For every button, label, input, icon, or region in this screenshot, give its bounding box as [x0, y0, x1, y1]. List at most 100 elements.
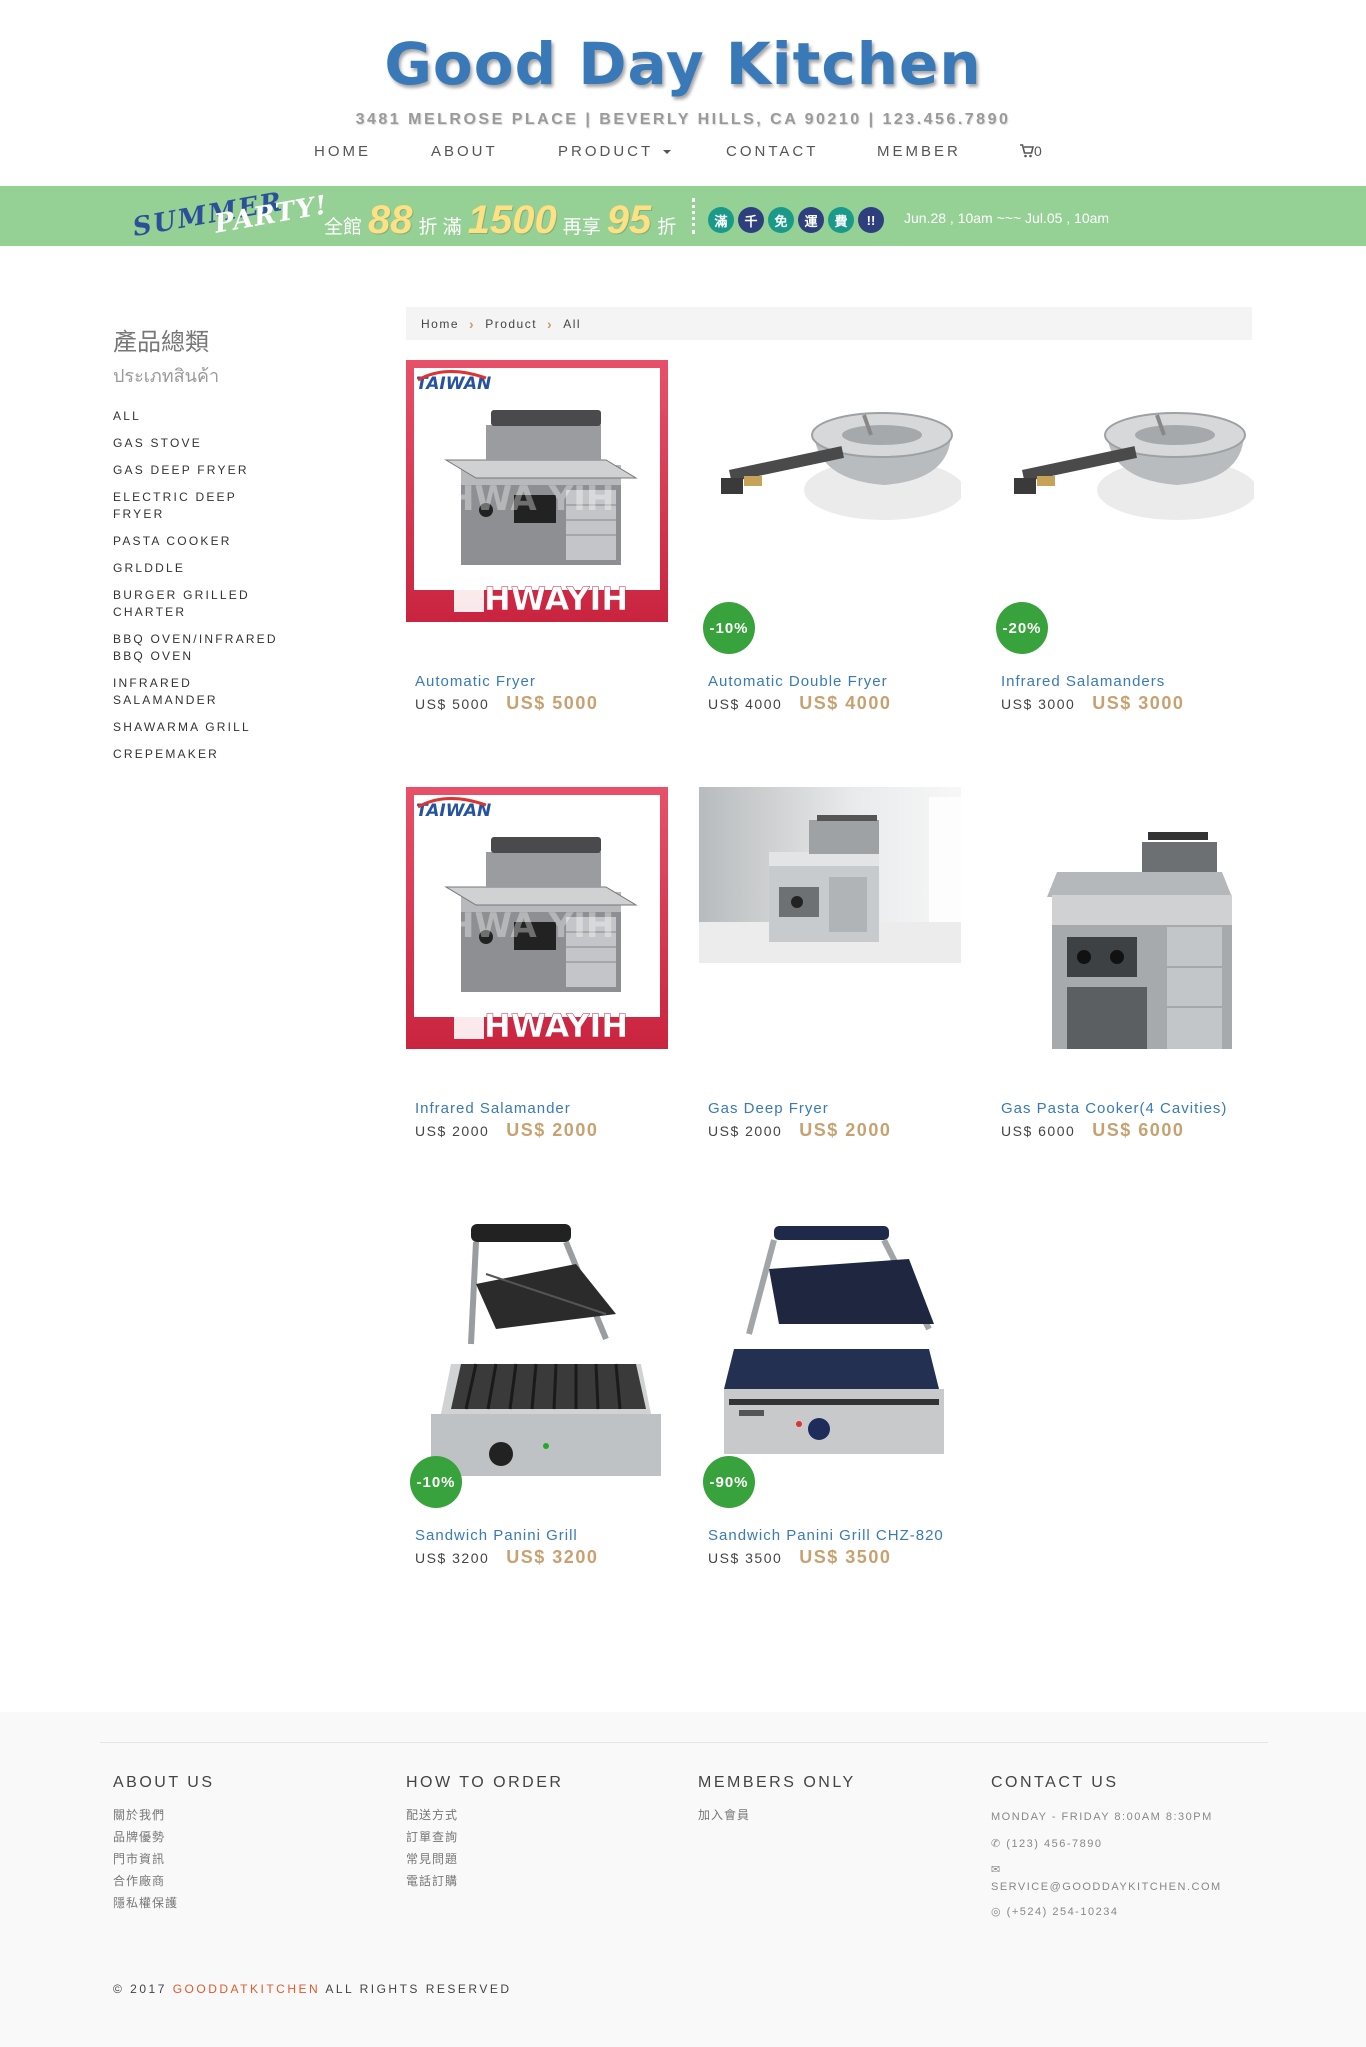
deep-fryer-photo-icon[interactable] — [699, 787, 961, 1049]
product-original-price: US$ 2000 — [708, 1123, 783, 1139]
footer-link[interactable]: 合作廠商 — [113, 1870, 215, 1892]
sidebar-category-item[interactable]: PASTA COOKER — [113, 533, 293, 550]
nav-home[interactable]: HOME — [314, 143, 371, 160]
sidebar-category-item[interactable]: INFRARED SALAMANDER — [113, 675, 293, 709]
nav-product[interactable]: PRODUCT — [558, 143, 672, 160]
pasta-cooker-icon[interactable] — [992, 787, 1254, 1049]
footer-members-column: MEMBERS ONLY 加入會員 — [698, 1774, 856, 1826]
product-name-link[interactable]: Gas Pasta Cooker(4 Cavities) — [992, 1098, 1254, 1119]
phone-icon: ✆ — [991, 1838, 1002, 1850]
sidebar-category-item[interactable]: SHAWARMA GRILL — [113, 719, 293, 736]
product-sale-price: US$ 3200 — [506, 1547, 599, 1567]
product-price: US$ 6000 US$ 6000 — [992, 1120, 1254, 1141]
footer-about-column: ABOUT US 關於我們 品牌優勢 門市資訊 合作廠商 隱私權保護 — [113, 1774, 215, 1914]
copyright-brand-link[interactable]: GOODDATKITCHEN — [173, 1982, 320, 1996]
breadcrumb-home[interactable]: Home — [421, 317, 459, 331]
hwayih-grill-icon[interactable]: TAIWAN HWA YIH HWAYIH — [406, 360, 668, 622]
product-card[interactable]: TAIWAN HWA YIH HWAYIH Infrared Salamande… — [406, 787, 668, 1141]
caret-down-icon — [663, 150, 672, 155]
product-card[interactable]: -20% Infrared Salamanders US$ 3000 US$ 3000 — [992, 360, 1254, 714]
discount-badge: -10% — [703, 602, 755, 654]
footer-link[interactable]: 電話訂購 — [406, 1870, 563, 1892]
site-footer: ABOUT US 關於我們 品牌優勢 門市資訊 合作廠商 隱私權保護 HOW TO OR… — [0, 1712, 1366, 2047]
footer-contact-title: CONTACT US — [991, 1774, 1119, 1791]
gas-burner-icon[interactable] — [699, 360, 961, 622]
footer-link[interactable]: 加入會員 — [698, 1804, 856, 1826]
product-card[interactable]: -90% Sandwich Panini Grill CHZ-820 US$ 350… — [699, 1214, 961, 1568]
nav-contact[interactable]: CONTACT — [726, 143, 818, 160]
cart-button[interactable]: 0 — [1020, 143, 1042, 159]
free-shipping-badge: 運 — [798, 207, 824, 233]
panini-grill-icon[interactable] — [406, 1214, 668, 1476]
product-name-link[interactable]: Sandwich Panini Grill CHZ-820 — [699, 1525, 961, 1546]
sidebar-category-item[interactable]: ALL — [113, 408, 293, 425]
product-card[interactable]: Gas Deep Fryer US$ 2000 US$ 2000 — [699, 787, 961, 1141]
product-name-link[interactable]: Sandwich Panini Grill — [406, 1525, 668, 1546]
sidebar-category-item[interactable]: ELECTRIC DEEP FRYER — [113, 489, 293, 523]
product-card[interactable]: TAIWAN HWA YIH HWAYIH Automatic Fryer US$… — [406, 360, 668, 714]
footer-link[interactable]: 關於我們 — [113, 1804, 215, 1826]
main-nav: HOME ABOUT PRODUCT CONTACT MEMBER 0 — [0, 143, 1366, 165]
banner-text-2: 折 滿 — [418, 217, 462, 238]
footer-link[interactable]: 訂單查詢 — [406, 1826, 563, 1848]
site-logo[interactable]: Good Day Kitchen — [0, 30, 1366, 98]
footer-link[interactable]: 常見問題 — [406, 1848, 563, 1870]
nav-member[interactable]: MEMBER — [877, 143, 961, 160]
product-name-link[interactable]: Infrared Salamander — [406, 1098, 668, 1119]
product-card[interactable]: -10% Sandwich Panini Grill US$ 3200 US$ 320… — [406, 1214, 668, 1568]
hwayih-grill-icon[interactable]: TAIWAN HWA YIH HWAYIH — [406, 787, 668, 1049]
nav-product-label: PRODUCT — [558, 143, 654, 160]
product-name-link[interactable]: Gas Deep Fryer — [699, 1098, 961, 1119]
promo-banner[interactable]: SUMMER PARTY! 全館 88 折 滿 1500 再享 95 折 滿千免… — [0, 186, 1366, 246]
free-shipping-badge: !! — [858, 207, 884, 233]
cart-count: 0 — [1034, 143, 1042, 159]
sidebar-category-item[interactable]: GRLDDLE — [113, 560, 293, 577]
product-name-link[interactable]: Automatic Fryer — [406, 671, 668, 692]
product-sale-price: US$ 2000 — [506, 1120, 599, 1140]
product-original-price: US$ 2000 — [415, 1123, 490, 1139]
product-name-link[interactable]: Automatic Double Fryer — [699, 671, 961, 692]
copyright: © 2017 GOODDATKITCHEN ALL RIGHTS RESERVE… — [113, 1982, 512, 1996]
site-address: 3481 MELROSE PLACE | BEVERLY HILLS, CA 9… — [355, 111, 1011, 128]
footer-email[interactable]: ✉ SERVICE@GOODDAYKITCHEN.COM — [991, 1862, 1222, 1896]
chevron-right-icon: › — [547, 315, 554, 332]
footer-link[interactable]: 配送方式 — [406, 1804, 563, 1826]
whatsapp-icon: ◎ — [991, 1906, 1003, 1918]
panini-grill-flat-icon[interactable] — [699, 1214, 961, 1476]
footer-whatsapp[interactable]: ◎ (+524) 254-10234 — [991, 1899, 1222, 1926]
free-shipping-badge: 滿 — [708, 207, 734, 233]
gas-burner-icon[interactable] — [992, 360, 1254, 622]
chevron-right-icon: › — [469, 315, 476, 332]
sidebar-category-item[interactable]: GAS DEEP FRYER — [113, 462, 293, 479]
footer-phone[interactable]: ✆ (123) 456-7890 — [991, 1831, 1222, 1858]
product-price: US$ 5000 US$ 5000 — [406, 693, 668, 714]
product-original-price: US$ 3200 — [415, 1550, 490, 1566]
breadcrumb-product[interactable]: Product — [485, 317, 537, 331]
footer-link[interactable]: 隱私權保護 — [113, 1892, 215, 1914]
banner-text-3: 再享 — [562, 217, 601, 238]
sidebar-category-item[interactable]: CREPEMAKER — [113, 746, 293, 763]
sidebar-category-item[interactable]: BBQ OVEN/INFRARED BBQ OVEN — [113, 631, 293, 665]
breadcrumb: Home › Product › All — [406, 307, 1252, 340]
banner-dates: Jun.28 , 10am ~~~ Jul.05 , 10am — [904, 210, 1110, 226]
product-card[interactable]: -10% Automatic Double Fryer US$ 4000 US$ 40… — [699, 360, 961, 714]
footer-link[interactable]: 品牌優勢 — [113, 1826, 215, 1848]
discount-badge: -90% — [703, 1456, 755, 1508]
banner-divider — [692, 198, 695, 234]
sidebar-category-item[interactable]: BURGER GRILLED CHARTER — [113, 587, 293, 621]
banner-offer: 全館 88 折 滿 1500 再享 95 折 — [324, 198, 676, 243]
footer-link[interactable]: 門市資訊 — [113, 1848, 215, 1870]
free-shipping-badges: 滿千免運費!! — [708, 207, 884, 233]
product-sale-price: US$ 5000 — [506, 693, 599, 713]
product-original-price: US$ 6000 — [1001, 1123, 1076, 1139]
product-card[interactable]: Gas Pasta Cooker(4 Cavities) US$ 6000 US$ … — [992, 787, 1254, 1141]
product-original-price: US$ 4000 — [708, 696, 783, 712]
product-price: US$ 4000 US$ 4000 — [699, 693, 961, 714]
copyright-suffix: ALL RIGHTS RESERVED — [325, 1982, 512, 1996]
product-name-link[interactable]: Infrared Salamanders — [992, 671, 1254, 692]
sidebar-category-item[interactable]: GAS STOVE — [113, 435, 293, 452]
free-shipping-badge: 千 — [738, 207, 764, 233]
nav-about[interactable]: ABOUT — [431, 143, 498, 160]
site-header: Good Day Kitchen 3481 MELROSE PLACE | BE… — [0, 0, 1366, 186]
product-original-price: US$ 5000 — [415, 696, 490, 712]
